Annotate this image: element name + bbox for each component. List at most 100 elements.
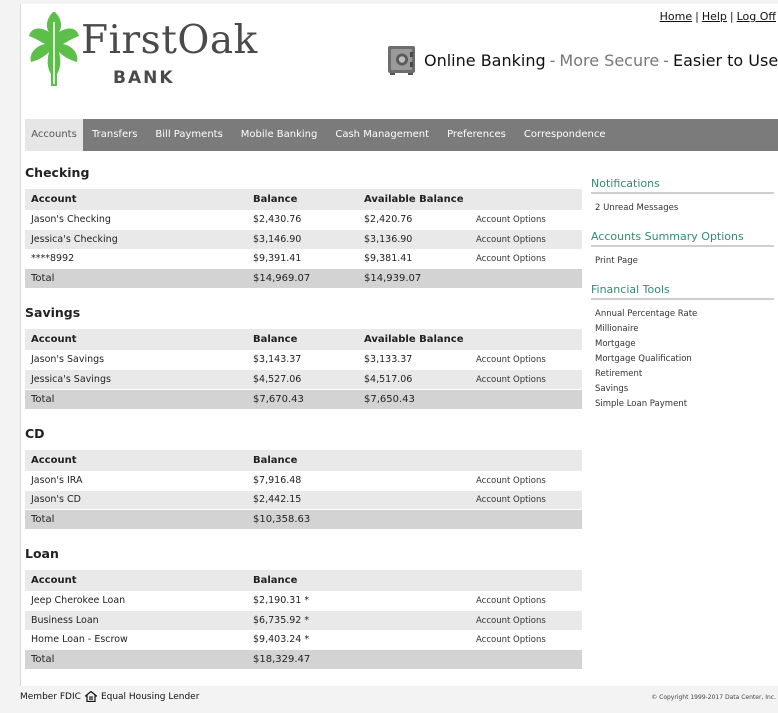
col-header-account: Account bbox=[25, 329, 247, 350]
copyright: © Copyright 1999-2017 Data Center, Inc. bbox=[651, 694, 776, 701]
print-page-link[interactable]: Print Page bbox=[595, 254, 774, 269]
total-balance: $10,358.63 bbox=[247, 509, 358, 529]
brand-name: FirstOak bbox=[81, 18, 258, 63]
total-row: Total $14,969.07 $14,939.07 bbox=[25, 268, 582, 288]
house-icon bbox=[84, 691, 97, 702]
col-header-balance: Balance bbox=[247, 189, 358, 210]
tool-savings[interactable]: Savings bbox=[595, 382, 774, 397]
tool-retirement[interactable]: Retirement bbox=[595, 367, 774, 382]
col-header-available: Available Balance bbox=[358, 189, 470, 210]
tab-cash-management[interactable]: Cash Management bbox=[326, 119, 438, 151]
account-options-link[interactable]: Account Options bbox=[476, 635, 546, 645]
tool-millionaire[interactable]: Millionaire bbox=[595, 322, 774, 337]
tool-mortgage-qualification[interactable]: Mortgage Qualification bbox=[595, 352, 774, 367]
account-name: Home Loan - Escrow bbox=[25, 630, 247, 650]
total-label: Total bbox=[25, 268, 247, 288]
col-header-balance: Balance bbox=[247, 570, 358, 591]
loan-section: Loan Account Balance Jeep Cherokee Loan … bbox=[25, 545, 582, 669]
account-name: Jason's Checking bbox=[25, 210, 247, 230]
account-balance: $4,527.06 bbox=[247, 369, 358, 390]
checking-table: Account Balance Available Balance Jason'… bbox=[25, 189, 582, 288]
tagline: Online Banking - More Secure - Easier to Use bbox=[424, 51, 778, 70]
table-row: Jason's IRA $7,916.48 Account Options bbox=[25, 470, 582, 491]
account-options-link[interactable]: Account Options bbox=[476, 495, 546, 505]
account-name: Business Loan bbox=[25, 610, 247, 631]
log-off-link[interactable]: Log Off bbox=[737, 10, 776, 23]
col-header-balance: Balance bbox=[247, 329, 358, 350]
table-row: Jeep Cherokee Loan $2,190.31 * Account O… bbox=[25, 591, 582, 611]
table-row: Jason's Checking $2,430.76 $2,420.76 Acc… bbox=[25, 210, 582, 230]
notifications-block: Notifications 2 Unread Messages bbox=[591, 177, 774, 216]
total-available: $7,650.43 bbox=[358, 389, 470, 409]
unread-messages-link[interactable]: 2 Unread Messages bbox=[595, 201, 774, 216]
total-available: $14,939.07 bbox=[358, 268, 470, 288]
col-header-account: Account bbox=[25, 449, 247, 471]
notifications-title: Notifications bbox=[591, 177, 774, 194]
total-balance: $7,670.43 bbox=[247, 389, 358, 409]
summary-options-block: Accounts Summary Options Print Page bbox=[591, 230, 774, 269]
section-title: Checking bbox=[25, 165, 90, 180]
account-options-link[interactable]: Account Options bbox=[476, 355, 546, 365]
account-options-link[interactable]: Account Options bbox=[476, 235, 546, 245]
financial-tools-block: Financial Tools Annual Percentage Rate M… bbox=[591, 283, 774, 412]
table-row: Jessica's Checking $3,146.90 $3,136.90 A… bbox=[25, 229, 582, 250]
help-link[interactable]: Help bbox=[702, 10, 727, 23]
account-options-link[interactable]: Account Options bbox=[476, 254, 546, 264]
account-balance: $3,143.37 bbox=[247, 350, 358, 370]
home-link[interactable]: Home bbox=[660, 10, 692, 23]
table-row: ****8992 $9,391.41 $9,381.41 Account Opt… bbox=[25, 249, 582, 269]
account-options-link[interactable]: Account Options bbox=[476, 476, 546, 486]
account-balance: $9,391.41 bbox=[247, 249, 358, 269]
tool-simple-loan-payment[interactable]: Simple Loan Payment bbox=[595, 397, 774, 412]
total-label: Total bbox=[25, 389, 247, 409]
tool-annual-percentage-rate[interactable]: Annual Percentage Rate bbox=[595, 307, 774, 322]
sidebar: Notifications 2 Unread Messages Accounts… bbox=[591, 177, 774, 426]
top-links: Home | Help | Log Off bbox=[659, 10, 776, 23]
safe-icon bbox=[388, 46, 415, 75]
table-row: Jason's CD $2,442.15 Account Options bbox=[25, 490, 582, 510]
total-balance: $18,329.47 bbox=[247, 649, 358, 669]
col-header-account: Account bbox=[25, 570, 247, 591]
main-nav: Accounts Transfers Bill Payments Mobile … bbox=[25, 119, 778, 151]
tab-accounts[interactable]: Accounts bbox=[25, 119, 83, 151]
cd-section: CD Account Balance Jason's IRA $7,916.48… bbox=[25, 425, 582, 529]
tab-correspondence[interactable]: Correspondence bbox=[515, 119, 615, 151]
account-name: Jessica's Savings bbox=[25, 369, 247, 390]
tab-bill-payments[interactable]: Bill Payments bbox=[146, 119, 231, 151]
col-header-available: Available Balance bbox=[358, 329, 470, 350]
oak-leaf-icon bbox=[29, 12, 79, 86]
loan-table: Account Balance Jeep Cherokee Loan $2,19… bbox=[25, 570, 582, 669]
account-name: Jason's IRA bbox=[25, 470, 247, 491]
member-fdic: Member FDIC bbox=[20, 691, 81, 702]
account-options-link[interactable]: Account Options bbox=[476, 215, 546, 225]
page-container: FirstOak BANK Home | Help | Log Off Online B… bbox=[20, 4, 778, 686]
account-options-link[interactable]: Account Options bbox=[476, 375, 546, 385]
accounts-content: Checking Account Balance Available Balan… bbox=[25, 164, 582, 685]
account-name: Jason's CD bbox=[25, 490, 247, 510]
tool-mortgage[interactable]: Mortgage bbox=[595, 337, 774, 352]
total-label: Total bbox=[25, 649, 247, 669]
tab-transfers[interactable]: Transfers bbox=[83, 119, 146, 151]
tab-mobile-banking[interactable]: Mobile Banking bbox=[232, 119, 327, 151]
account-options-link[interactable]: Account Options bbox=[476, 616, 546, 626]
tagline-easier-to-use: Easier to Use bbox=[672, 51, 778, 70]
total-label: Total bbox=[25, 509, 247, 529]
account-balance: $7,916.48 bbox=[247, 470, 358, 491]
account-balance: $2,442.15 bbox=[247, 490, 358, 510]
account-available: $2,420.76 bbox=[358, 210, 470, 230]
section-title: CD bbox=[25, 425, 45, 441]
table-row: Home Loan - Escrow $9,403.24 * Account O… bbox=[25, 630, 582, 650]
account-options-link[interactable]: Account Options bbox=[476, 596, 546, 606]
section-title: Savings bbox=[25, 305, 81, 320]
table-row: Business Loan $6,735.92 * Account Option… bbox=[25, 610, 582, 631]
account-balance: $3,146.90 bbox=[247, 229, 358, 250]
tab-preferences[interactable]: Preferences bbox=[438, 119, 515, 151]
col-header-balance: Balance bbox=[247, 449, 358, 471]
brand-sub: BANK bbox=[113, 68, 175, 88]
checking-section: Checking Account Balance Available Balan… bbox=[25, 164, 582, 288]
footer-left: Member FDIC Equal Housing Lender bbox=[20, 691, 199, 702]
total-row: Total $10,358.63 bbox=[25, 509, 582, 529]
total-row: Total $18,329.47 bbox=[25, 649, 582, 669]
total-balance: $14,969.07 bbox=[247, 268, 358, 288]
account-name: Jason's Savings bbox=[25, 350, 247, 370]
